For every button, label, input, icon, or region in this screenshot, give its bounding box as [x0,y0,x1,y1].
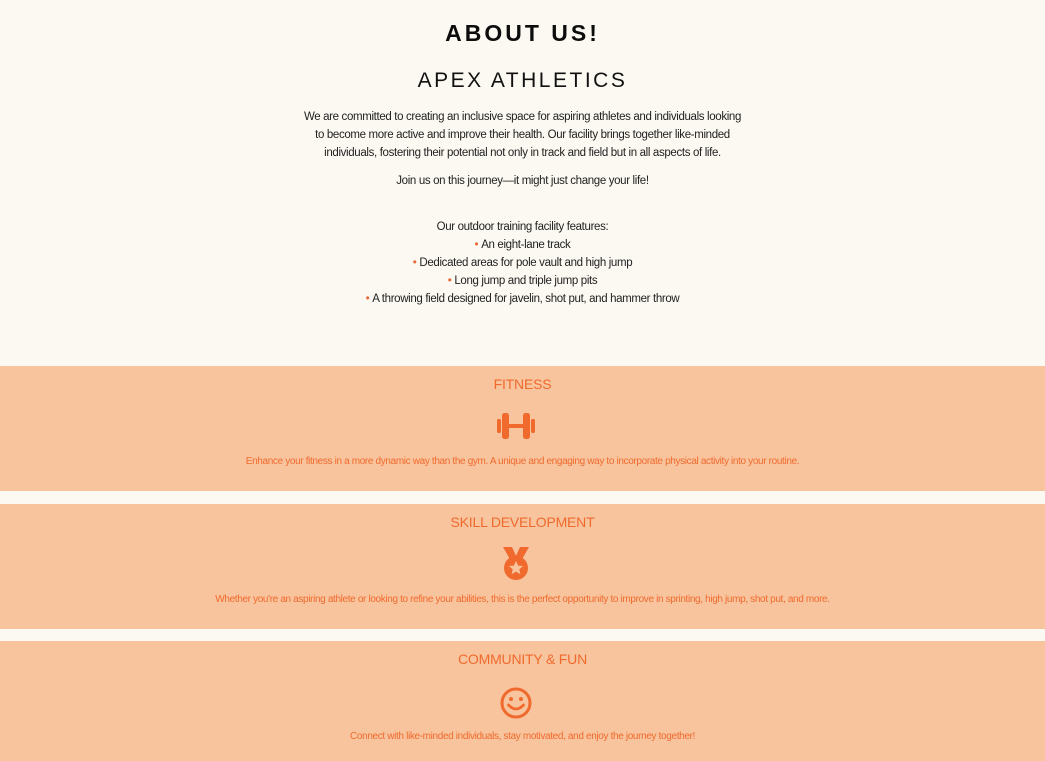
bullet-icon: • [412,257,417,269]
section-title-skill-development: SKILL DEVELOPMENT [450,514,595,530]
dumbbell-icon [497,413,535,439]
section-text-skill-development: Whether you're an aspiring athlete or lo… [215,594,830,605]
brand-name: APEX ATHLETICS [417,69,628,92]
bullet-icon: • [447,275,452,287]
about-description: We are committed to creating an inclusiv… [303,111,742,159]
bullet-icon: • [474,239,479,251]
feature-item: • Dedicated areas for pole vault and high… [0,254,1045,272]
facility-features: Our outdoor training facility features: … [0,218,1045,308]
skill-development-section: SKILL DEVELOPMENT Whether you're an aspi… [0,504,1045,629]
fitness-section: FITNESS Enhance your fitness in a more d… [0,366,1045,491]
section-text-community: Connect with like-minded individuals, st… [350,731,695,742]
medal-icon [503,547,529,580]
feature-item: • Long jump and triple jump pits [0,272,1045,290]
bullet-icon: • [365,293,370,305]
about-join-text: Join us on this journey—it might just ch… [396,175,649,187]
feature-item: • An eight-lane track [0,236,1045,254]
about-section: ABOUT US! APEX ATHLETICS We are committe… [0,0,1045,366]
feature-text: Long jump and triple jump pits [454,275,598,287]
features-intro: Our outdoor training facility features: [436,221,609,233]
feature-item: • A throwing field designed for javelin, … [0,290,1045,308]
feature-text: An eight-lane track [481,239,571,251]
feature-text: Dedicated areas for pole vault and high … [419,257,633,269]
section-title-community: COMMUNITY & FUN [458,651,587,667]
features-list: • An eight-lane track • Dedicated areas fo… [0,236,1045,308]
about-heading: ABOUT US! [445,20,600,46]
section-title-fitness: FITNESS [493,376,552,392]
section-text-fitness: Enhance your fitness in a more dynamic w… [245,456,800,467]
smiley-icon [500,687,532,719]
community-section: COMMUNITY & FUN Connect with like-minded… [0,641,1045,761]
feature-text: A throwing field designed for javelin, s… [372,293,680,305]
